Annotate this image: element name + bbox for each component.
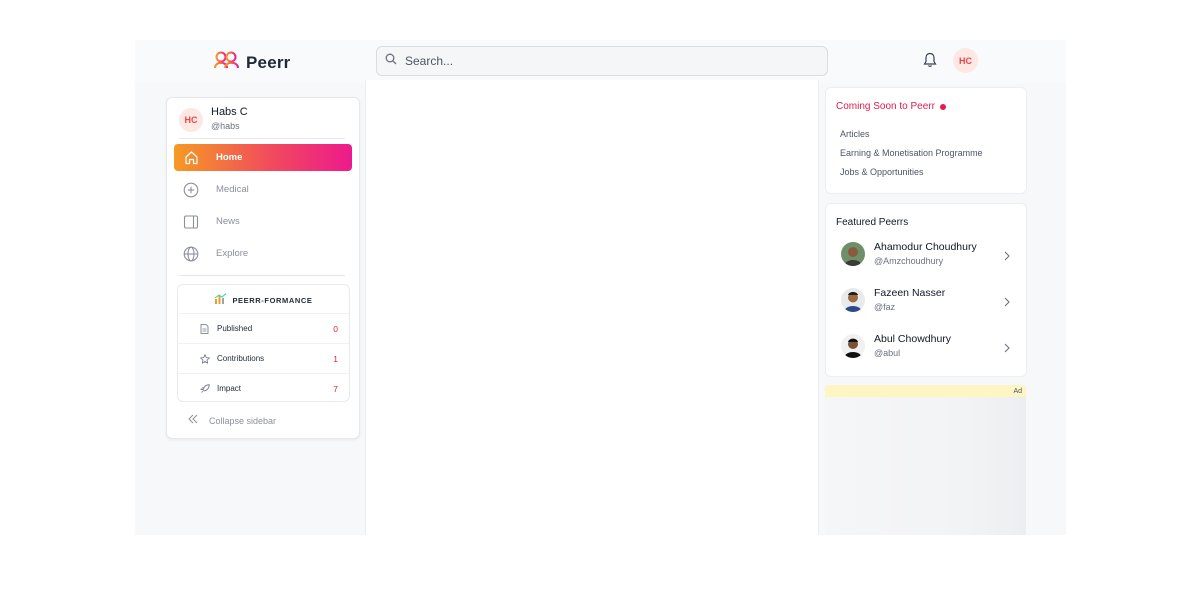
document-icon xyxy=(200,323,210,334)
performance-label: Impact xyxy=(217,384,242,393)
nav-item-label: Explore xyxy=(216,248,249,259)
chevron-right-icon xyxy=(1003,340,1011,358)
featured-peerr-row[interactable]: Ahamodur Choudhury @Amzchoudhury xyxy=(841,238,1011,270)
performance-card: PEERR-FORMANCE Published 0 Contributions… xyxy=(177,284,350,402)
performance-label: Published xyxy=(217,324,253,333)
featured-peerr-name: Ahamodur Choudhury xyxy=(874,240,977,253)
performance-title: PEERR-FORMANCE xyxy=(232,295,313,305)
newspaper-icon xyxy=(182,213,200,231)
user-name: Habs C xyxy=(211,106,248,118)
search-input[interactable] xyxy=(403,53,807,69)
notification-bell-icon[interactable] xyxy=(923,52,937,73)
performance-row-impact[interactable]: Impact 7 xyxy=(178,373,349,403)
avatar xyxy=(841,242,865,266)
performance-value: 7 xyxy=(333,383,338,394)
featured-peerrs-title: Featured Peerrs xyxy=(836,217,909,228)
performance-label: Contributions xyxy=(217,354,265,363)
collapse-sidebar-button[interactable]: Collapse sidebar xyxy=(187,412,276,430)
chevron-right-icon xyxy=(1003,294,1011,312)
collapse-sidebar-label: Collapse sidebar xyxy=(209,416,277,426)
brand-logo[interactable]: Peerr xyxy=(212,50,290,75)
search-bar[interactable] xyxy=(376,46,828,76)
globe-icon xyxy=(182,245,200,263)
nav-item-medical[interactable]: Medical xyxy=(174,176,352,203)
coming-soon-item: Articles xyxy=(840,129,870,139)
divider xyxy=(179,138,345,139)
plus-circle-icon xyxy=(182,181,200,199)
featured-peerr-handle: @faz xyxy=(874,301,896,312)
featured-peerr-name: Fazeen Nasser xyxy=(874,286,946,299)
avatar xyxy=(841,334,865,358)
search-icon xyxy=(377,52,397,70)
featured-peerrs-card: Featured Peerrs Ahamodur Choudhury @Amzc… xyxy=(825,203,1027,377)
avatar: HC xyxy=(179,107,203,132)
brand-name: Peerr xyxy=(246,52,291,72)
nav-item-label: Home xyxy=(216,152,243,163)
coming-soon-card: Coming Soon to Peerr Articles Earning & … xyxy=(825,87,1027,194)
user-handle: @habs xyxy=(211,121,240,131)
nav-item-home[interactable]: Home xyxy=(174,144,352,171)
coming-soon-title: Coming Soon to Peerr xyxy=(836,101,946,112)
nav-item-label: News xyxy=(216,216,240,227)
home-icon xyxy=(182,149,200,167)
coming-soon-item: Earning & Monetisation Programme xyxy=(840,148,983,158)
featured-peerr-row[interactable]: Abul Chowdhury @abul xyxy=(841,330,1011,362)
status-dot xyxy=(939,103,946,110)
nav-item-label: Medical xyxy=(216,184,249,195)
left-sidebar: HC Habs C @habs Home Medical News Explor… xyxy=(166,97,360,439)
coming-soon-title-text: Coming Soon to Peerr xyxy=(836,101,935,112)
peerr-logo-icon xyxy=(212,50,242,75)
chevron-right-icon xyxy=(1003,248,1011,266)
top-bar: Peerr HC xyxy=(135,40,1066,83)
performance-value: 0 xyxy=(333,323,338,334)
ad-label: Ad xyxy=(1013,387,1022,395)
ad-slot[interactable]: Ad xyxy=(825,385,1026,535)
nav-item-news[interactable]: News xyxy=(174,208,352,235)
main-feed xyxy=(365,80,819,535)
app-window: Peerr HC HC Habs C @habs Home xyxy=(135,40,1066,535)
rocket-icon xyxy=(200,383,210,394)
divider xyxy=(179,275,345,276)
featured-peerr-row[interactable]: Fazeen Nasser @faz xyxy=(841,284,1011,316)
coming-soon-item: Jobs & Opportunities xyxy=(840,167,924,177)
featured-peerr-handle: @abul xyxy=(874,347,901,358)
star-icon xyxy=(200,353,210,364)
featured-peerr-name: Abul Chowdhury xyxy=(874,332,952,345)
nav-item-explore[interactable]: Explore xyxy=(174,240,352,267)
chart-icon xyxy=(214,291,227,309)
double-chevron-left-icon xyxy=(187,412,199,430)
header-avatar[interactable]: HC xyxy=(953,48,978,73)
user-profile[interactable]: HC Habs C @habs xyxy=(179,106,248,133)
avatar xyxy=(841,288,865,312)
performance-value: 1 xyxy=(333,353,338,364)
performance-row-published[interactable]: Published 0 xyxy=(178,313,349,343)
featured-peerr-handle: @Amzchoudhury xyxy=(874,255,944,266)
performance-row-contributions[interactable]: Contributions 1 xyxy=(178,343,349,373)
ad-strip: Ad xyxy=(825,385,1026,397)
